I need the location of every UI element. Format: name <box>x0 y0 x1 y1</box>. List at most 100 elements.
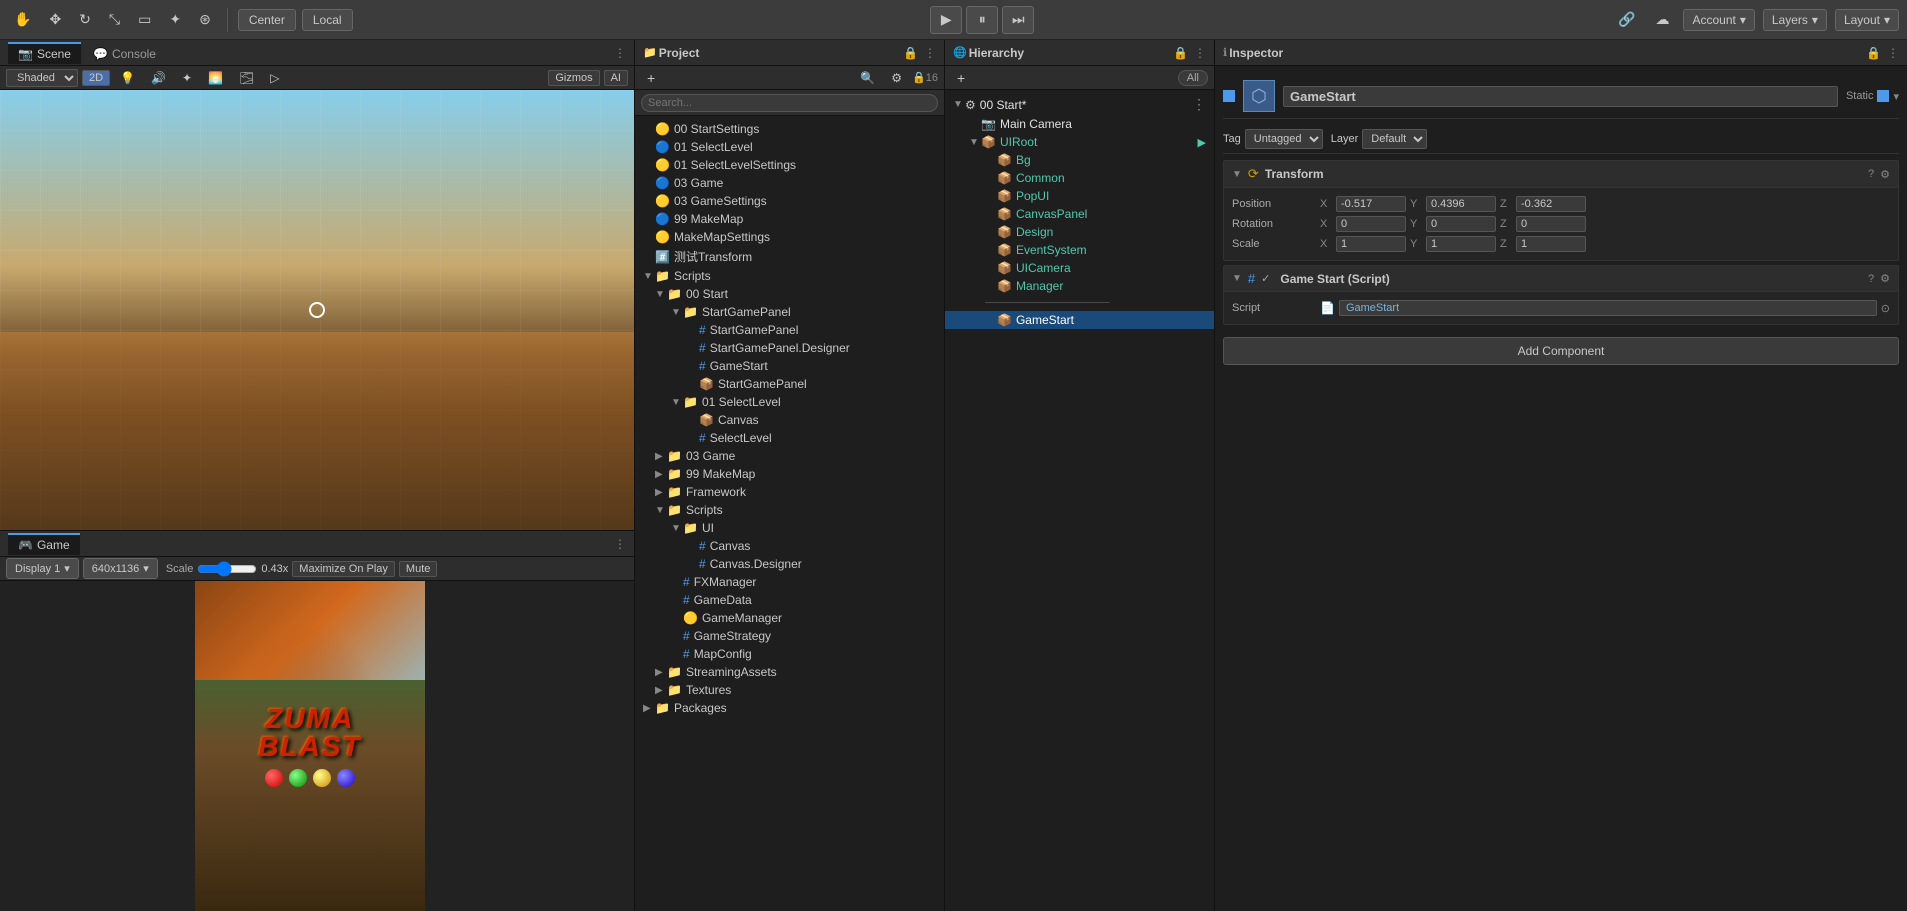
scale-tool-btn[interactable]: ⤡ <box>103 7 126 32</box>
project-settings-icon[interactable]: ⚙ <box>885 67 908 89</box>
scene-object[interactable] <box>309 302 325 318</box>
project-item-packages[interactable]: ▶ 📁 Packages <box>635 699 944 717</box>
pos-x-input[interactable] <box>1336 196 1406 212</box>
project-item-startgamepanel-designer[interactable]: # StartGamePanel.Designer <box>635 339 944 357</box>
project-item-99makemap-folder[interactable]: ▶ 📁 99 MakeMap <box>635 465 944 483</box>
inspector-lock-icon[interactable]: 🔒 <box>1866 46 1881 60</box>
project-item-framework-folder[interactable]: ▶ 📁 Framework <box>635 483 944 501</box>
project-item-canvas-prefab[interactable]: 📦 Canvas <box>635 411 944 429</box>
maximize-btn[interactable]: Maximize On Play <box>292 561 395 577</box>
go-active-checkbox[interactable] <box>1223 90 1235 102</box>
project-item-canvas-script[interactable]: # Canvas <box>635 537 944 555</box>
hierarchy-item-canvaspanel[interactable]: 📦 CanvasPanel <box>945 205 1214 223</box>
scale-z-input[interactable] <box>1516 236 1586 252</box>
rect-tool-btn[interactable]: ▭ <box>132 7 157 32</box>
resolution-dropdown[interactable]: 640x1136▾ <box>83 558 158 579</box>
pos-y-input[interactable] <box>1426 196 1496 212</box>
script-settings-icon[interactable]: ⚙ <box>1880 272 1890 285</box>
rotate-tool-btn[interactable]: ↻ <box>73 7 97 32</box>
go-static-arrow[interactable]: ▾ <box>1893 90 1899 103</box>
project-item-ui-folder[interactable]: ▼ 📁 UI <box>635 519 944 537</box>
project-item-startgamepanel-script[interactable]: # StartGamePanel <box>635 321 944 339</box>
hierarchy-options-icon[interactable]: ⋮ <box>1194 46 1206 60</box>
project-item-01select[interactable]: 🔵 01 SelectLevel <box>635 138 944 156</box>
project-item-fxmanager[interactable]: # FXManager <box>635 573 944 591</box>
tab-console[interactable]: 💬Console <box>83 42 166 64</box>
hierarchy-item-bg[interactable]: 📦 Bg <box>945 151 1214 169</box>
scale-x-input[interactable] <box>1336 236 1406 252</box>
hierarchy-item-manager[interactable]: 📦 Manager <box>945 277 1214 295</box>
project-item-03game-folder[interactable]: ▶ 📁 03 Game <box>635 447 944 465</box>
scene-anim-btn[interactable]: ▷ <box>264 67 285 89</box>
layers-dropdown[interactable]: Layers ▾ <box>1763 9 1827 31</box>
transform-help-icon[interactable]: ? <box>1868 168 1874 180</box>
project-item-03gameset[interactable]: 🟡 03 GameSettings <box>635 192 944 210</box>
hierarchy-item-uicamera[interactable]: 📦 UICamera <box>945 259 1214 277</box>
inspector-options-icon[interactable]: ⋮ <box>1887 46 1899 60</box>
script-help-icon[interactable]: ? <box>1868 273 1874 285</box>
scene-audio-btn[interactable]: 🔊 <box>145 67 172 89</box>
script-select-icon[interactable]: ⊙ <box>1881 302 1890 315</box>
project-item-makemapset[interactable]: 🟡 MakeMapSettings <box>635 228 944 246</box>
collab-btn[interactable]: 🔗 <box>1612 7 1641 32</box>
gizmos-btn[interactable]: Gizmos <box>548 70 599 86</box>
layer-dropdown[interactable]: Default <box>1362 129 1427 149</box>
project-item-scripts[interactable]: ▼ 📁 Scripts <box>635 267 944 285</box>
tab-game[interactable]: 🎮Game <box>8 533 80 555</box>
scale-y-input[interactable] <box>1426 236 1496 252</box>
scene-light-btn[interactable]: 💡 <box>114 67 141 89</box>
scale-slider[interactable] <box>197 561 257 577</box>
project-item-streaming[interactable]: ▶ 📁 StreamingAssets <box>635 663 944 681</box>
view-2d-btn[interactable]: 2D <box>82 70 110 86</box>
hierarchy-item-00start[interactable]: ▼ ⚙ 00 Start* ⋮ <box>945 94 1214 115</box>
pivot-center-btn[interactable]: Center <box>238 9 296 31</box>
scene-fog-btn[interactable]: 🌫 <box>233 67 260 89</box>
play-btn[interactable]: ▶ <box>930 6 962 34</box>
pivot-local-btn[interactable]: Local <box>302 9 353 31</box>
game-canvas[interactable]: ZUMABLAST <box>0 581 634 911</box>
project-item-textures[interactable]: ▶ 📁 Textures <box>635 681 944 699</box>
ai-btn[interactable]: AI <box>604 70 628 86</box>
project-item-scripts2-folder[interactable]: ▼ 📁 Scripts <box>635 501 944 519</box>
project-item-99make[interactable]: 🔵 99 MakeMap <box>635 210 944 228</box>
hierarchy-item-popui[interactable]: 📦 PopUI <box>945 187 1214 205</box>
shading-dropdown[interactable]: Shaded <box>6 69 78 87</box>
project-item-03game[interactable]: 🔵 03 Game <box>635 174 944 192</box>
display-dropdown[interactable]: Display 1▾ <box>6 558 79 579</box>
project-options-icon[interactable]: ⋮ <box>924 46 936 60</box>
project-item-gamedata[interactable]: # GameData <box>635 591 944 609</box>
project-item-gamemanager[interactable]: 🟡 GameManager <box>635 609 944 627</box>
project-item-selectlevel-script[interactable]: # SelectLevel <box>635 429 944 447</box>
project-item-gamestart-script[interactable]: # GameStart <box>635 357 944 375</box>
rot-y-input[interactable] <box>1426 216 1496 232</box>
project-lock-icon[interactable]: 🔒 <box>903 46 918 60</box>
project-item-01selectset[interactable]: 🟡 01 SelectLevelSettings <box>635 156 944 174</box>
scene-effects-btn[interactable]: ✦ <box>176 67 198 89</box>
game-options-icon[interactable]: ⋮ <box>614 537 626 551</box>
gamestart-script-header[interactable]: ▼ # ✓ Game Start (Script) ? ⚙ <box>1224 266 1898 292</box>
go-name-input[interactable] <box>1283 86 1838 107</box>
project-item-00start-folder[interactable]: ▼ 📁 00 Start <box>635 285 944 303</box>
layout-dropdown[interactable]: Layout ▾ <box>1835 9 1899 31</box>
project-item-01selectlevel-folder[interactable]: ▼ 📁 01 SelectLevel <box>635 393 944 411</box>
rot-z-input[interactable] <box>1516 216 1586 232</box>
move-tool-btn[interactable]: ✥ <box>43 7 67 32</box>
hierarchy-lock-icon[interactable]: 🔒 <box>1173 46 1188 60</box>
scene-skybox-btn[interactable]: 🌅 <box>202 67 229 89</box>
hierarchy-item-maincamera[interactable]: 📷 Main Camera <box>945 115 1214 133</box>
mute-btn[interactable]: Mute <box>399 561 437 577</box>
scene-canvas[interactable] <box>0 90 634 530</box>
pause-btn[interactable]: ⏸ <box>966 6 998 34</box>
step-btn[interactable]: ⏭ <box>1002 6 1034 34</box>
tag-dropdown[interactable]: Untagged <box>1245 129 1323 149</box>
project-add-btn[interactable]: + <box>641 66 661 90</box>
hierarchy-item-common[interactable]: 📦 Common <box>945 169 1214 187</box>
scene-options-icon[interactable]: ⋮ <box>614 46 626 60</box>
project-item-mapconfig[interactable]: # MapConfig <box>635 645 944 663</box>
cloud-btn[interactable]: ☁ <box>1649 7 1675 32</box>
rot-x-input[interactable] <box>1336 216 1406 232</box>
go-static-checkbox[interactable] <box>1877 90 1889 102</box>
add-component-btn[interactable]: Add Component <box>1223 337 1899 365</box>
project-item-canvas-designer-script[interactable]: # Canvas.Designer <box>635 555 944 573</box>
account-dropdown[interactable]: Account ▾ <box>1683 9 1754 31</box>
